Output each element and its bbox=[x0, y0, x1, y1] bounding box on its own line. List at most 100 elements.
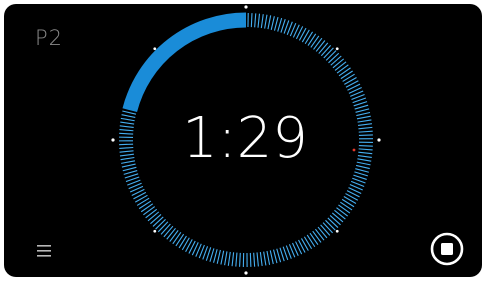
tick-mark bbox=[300, 238, 309, 251]
tick-mark bbox=[320, 44, 332, 57]
tick-mark bbox=[338, 67, 351, 77]
tick-mark bbox=[355, 168, 369, 173]
tick-mark bbox=[138, 200, 152, 210]
tick-mark bbox=[119, 153, 134, 157]
tick-mark bbox=[178, 235, 187, 249]
tick-mark bbox=[150, 214, 162, 225]
tick-mark bbox=[119, 143, 134, 146]
tick-mark bbox=[357, 158, 372, 162]
tick-mark bbox=[121, 160, 136, 164]
tick-mark bbox=[213, 249, 218, 263]
tick-mark bbox=[136, 197, 150, 206]
timer-screen: P2 1:29 bbox=[4, 4, 482, 277]
tick-mark bbox=[310, 35, 320, 48]
tick-mark bbox=[145, 208, 158, 219]
tick-mark bbox=[175, 233, 185, 247]
hour-marker bbox=[153, 47, 157, 51]
tick-mark bbox=[332, 58, 345, 69]
tick-mark bbox=[327, 217, 339, 228]
menu-button[interactable] bbox=[35, 244, 55, 260]
tick-mark bbox=[358, 130, 373, 133]
tick-mark bbox=[249, 252, 252, 267]
tick-mark bbox=[317, 226, 328, 239]
hour-marker bbox=[244, 271, 248, 275]
tick-mark bbox=[143, 206, 156, 216]
tick-mark bbox=[216, 249, 221, 264]
tick-mark bbox=[264, 14, 268, 29]
tick-mark bbox=[140, 203, 154, 213]
tick-mark bbox=[119, 132, 134, 135]
tick-mark bbox=[318, 42, 329, 54]
tick-mark bbox=[340, 201, 353, 211]
tick-mark bbox=[235, 252, 238, 267]
tick-mark bbox=[121, 163, 136, 168]
tick-mark bbox=[314, 228, 325, 241]
tick-mark bbox=[357, 119, 372, 123]
tick-mark bbox=[334, 209, 346, 220]
tick-mark bbox=[231, 252, 235, 267]
tick-mark bbox=[340, 70, 353, 80]
tick-mark bbox=[358, 134, 373, 137]
tick-mark bbox=[330, 55, 342, 66]
stop-button[interactable] bbox=[430, 232, 464, 266]
tick-mark bbox=[304, 31, 314, 45]
tick-mark bbox=[169, 230, 179, 242]
tick-mark bbox=[334, 61, 347, 71]
tick-mark bbox=[122, 110, 137, 115]
tick-mark bbox=[152, 216, 164, 227]
tick-mark bbox=[338, 204, 351, 214]
tick-mark bbox=[120, 121, 135, 125]
tick-mark bbox=[119, 146, 134, 149]
tick-mark bbox=[163, 225, 174, 238]
time-remaining: 1:29 bbox=[182, 106, 308, 171]
tick-mark bbox=[227, 251, 231, 266]
tick-mark bbox=[120, 117, 135, 122]
tick-mark bbox=[172, 232, 182, 245]
tick-mark bbox=[220, 250, 225, 265]
tick-mark bbox=[328, 52, 340, 64]
tick-mark bbox=[119, 150, 134, 153]
tick-mark bbox=[266, 250, 271, 265]
tick-mark bbox=[280, 19, 286, 33]
tick-mark bbox=[157, 221, 169, 233]
tick-mark bbox=[322, 222, 334, 234]
tick-mark bbox=[257, 13, 261, 28]
hour-marker bbox=[153, 229, 157, 233]
tick-mark bbox=[331, 212, 344, 223]
tick-mark bbox=[356, 111, 371, 117]
tick-mark bbox=[320, 224, 331, 236]
hour-marker bbox=[335, 229, 339, 233]
tick-mark bbox=[120, 156, 135, 161]
tick-mark bbox=[358, 148, 373, 151]
tick-mark bbox=[256, 252, 259, 267]
tick-mark bbox=[123, 170, 138, 175]
tick-mark bbox=[325, 50, 337, 61]
tick-mark bbox=[267, 15, 272, 30]
tick-mark bbox=[269, 250, 274, 265]
tick-mark bbox=[254, 13, 257, 28]
tick-mark bbox=[315, 40, 326, 52]
tick-mark bbox=[160, 223, 171, 235]
tick-mark bbox=[356, 115, 371, 120]
hour-marker bbox=[111, 138, 115, 142]
tick-mark bbox=[263, 251, 267, 266]
tick-mark bbox=[273, 16, 279, 31]
tick-mark bbox=[239, 252, 241, 267]
tick-mark bbox=[253, 252, 256, 267]
tick-mark bbox=[323, 47, 334, 59]
tick-mark bbox=[355, 164, 370, 170]
tick-mark bbox=[122, 166, 137, 172]
tick-mark bbox=[270, 16, 275, 30]
tick-mark bbox=[341, 198, 355, 208]
tick-mark bbox=[354, 171, 368, 177]
tick-mark bbox=[124, 173, 139, 179]
tick-mark bbox=[353, 101, 368, 107]
tick-mark bbox=[277, 17, 283, 32]
hour-marker bbox=[244, 5, 248, 9]
tick-mark bbox=[336, 207, 349, 217]
hour-marker bbox=[377, 138, 381, 142]
tick-mark bbox=[276, 248, 282, 263]
tick-mark bbox=[358, 144, 373, 147]
tick-mark bbox=[357, 154, 372, 159]
tick-mark bbox=[336, 64, 349, 74]
